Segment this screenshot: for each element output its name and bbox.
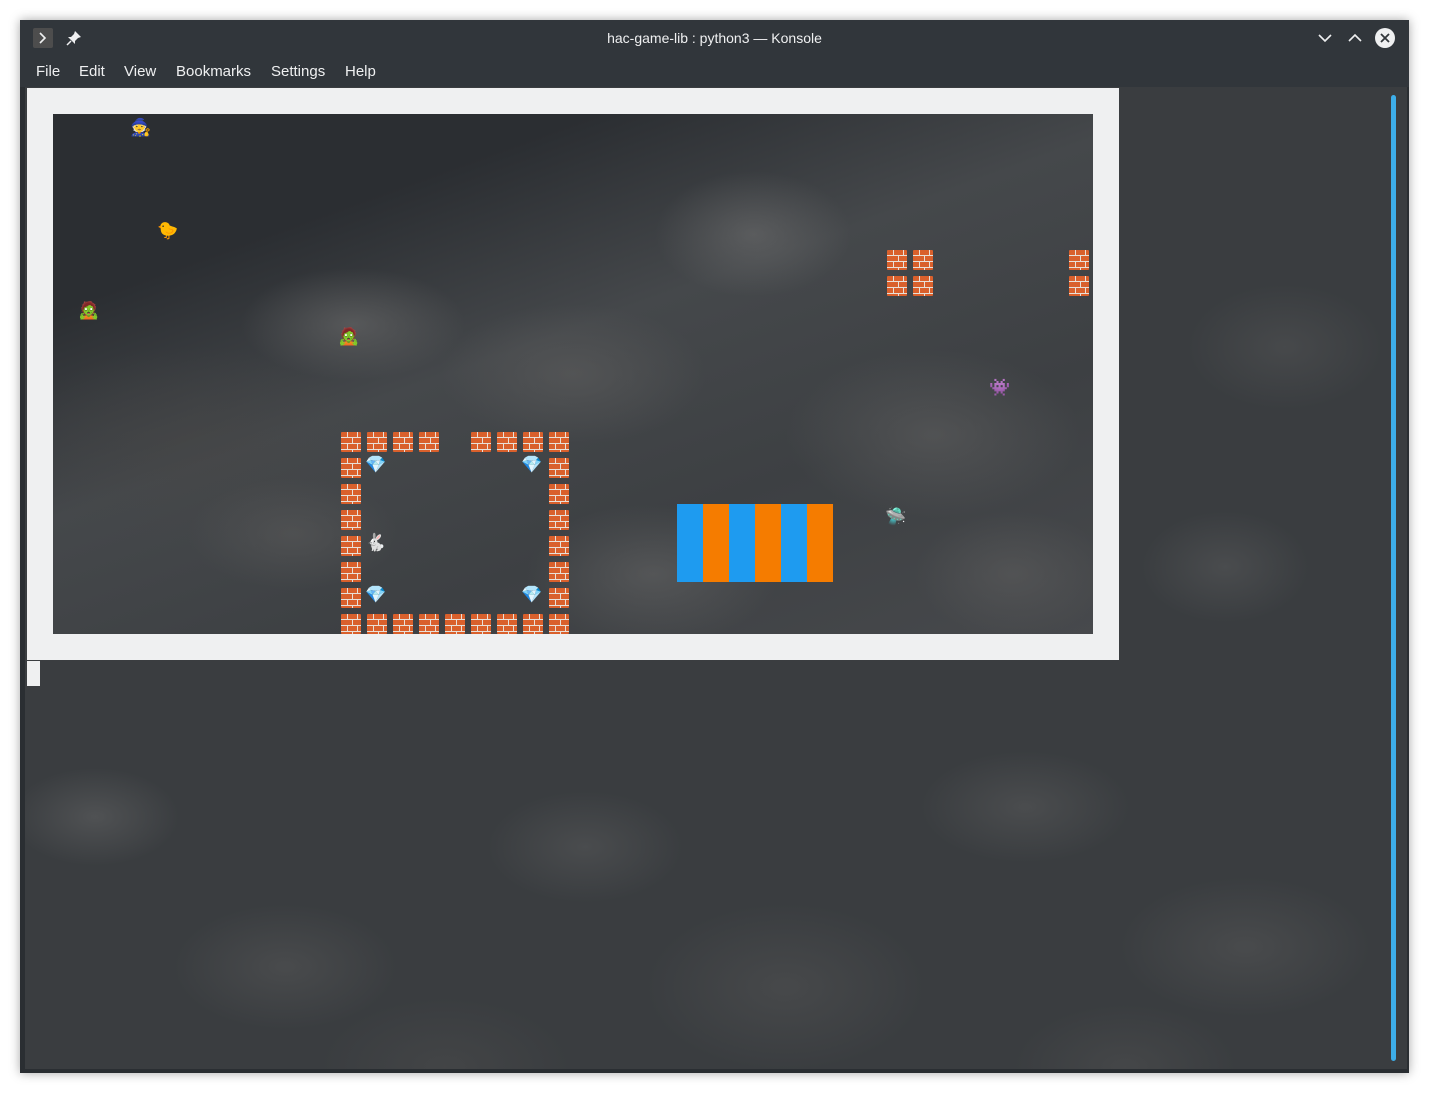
chevron-up-icon[interactable] [1343,26,1367,50]
brick-wall-block [913,276,933,296]
brick-wall-block [523,614,543,634]
brick-wall-block [497,432,517,452]
menu-file[interactable]: File [36,63,60,80]
brick-wall-block [549,510,569,530]
brick-wall-block [419,432,439,452]
game-canvas[interactable]: 🧙 🐤 🧟 🧟 👾 🛸 💎 💎 💎 💎 🐇 [53,114,1093,634]
gem-sprite: 💎 [521,455,543,475]
brick-wall-block [549,588,569,608]
brick-wall-block [341,458,361,478]
gem-sprite: 💎 [365,585,387,605]
ufo-sprite: 🛸 [885,507,907,527]
brick-wall-block [549,432,569,452]
brick-wall-block [497,614,517,634]
brick-wall-block [393,432,413,452]
door-stripe-orange [703,504,729,582]
game-window: 🧙 🐤 🧟 🧟 👾 🛸 💎 💎 💎 💎 🐇 [27,88,1119,660]
brick-wall-block [549,562,569,582]
brick-wall-block [471,614,491,634]
brick-wall-block [1069,250,1089,270]
door-stripe-blue [677,504,703,582]
brick-wall-block [1069,276,1089,296]
brick-wall-block [419,614,439,634]
brick-wall-block [445,614,465,634]
door-stripe-orange [807,504,833,582]
brick-wall-block [913,250,933,270]
witch-sprite: 🧙 [130,118,152,138]
brick-wall-block [341,614,361,634]
brick-wall-block [341,562,361,582]
gem-sprite: 💎 [521,585,543,605]
window-title: hac-game-lib : python3 — Konsole [607,30,822,46]
brick-wall-block [549,614,569,634]
brick-wall-block [393,614,413,634]
brick-wall-block [549,458,569,478]
alien-sprite: 👾 [989,378,1011,398]
menu-edit[interactable]: Edit [79,63,105,80]
menu-help[interactable]: Help [345,63,376,80]
brick-wall-block [341,588,361,608]
rabbit-sprite: 🐇 [365,533,387,553]
terminal-cursor [27,661,40,686]
brick-wall-block [887,276,907,296]
chevron-down-icon[interactable] [1313,26,1337,50]
brick-wall-block [341,432,361,452]
menu-bookmarks[interactable]: Bookmarks [176,63,251,80]
brick-wall-block [367,432,387,452]
menu-view[interactable]: View [124,63,156,80]
brick-wall-block [471,432,491,452]
brick-wall-block [523,432,543,452]
close-circle-icon[interactable] [1373,26,1397,50]
gem-sprite: 💎 [365,455,387,475]
scrollbar[interactable] [1391,95,1396,1061]
zombie-sprite: 🧟 [78,301,100,321]
door-stripe-blue [781,504,807,582]
brick-wall-block [549,484,569,504]
menu-settings[interactable]: Settings [271,63,325,80]
door-stripe-blue [729,504,755,582]
title-bar[interactable]: hac-game-lib : python3 — Konsole [20,20,1409,56]
konsole-window: hac-game-lib : python3 — Konsole File Ed… [20,20,1409,1073]
terminal-area[interactable]: 🧙 🐤 🧟 🧟 👾 🛸 💎 💎 💎 💎 🐇 [25,87,1407,1069]
brick-wall-block [887,250,907,270]
door-stripe-orange [755,504,781,582]
chick-sprite: 🐤 [157,221,179,241]
menu-bar: File Edit View Bookmarks Settings Help [20,56,1409,87]
zombie-sprite: 🧟 [338,327,360,347]
brick-wall-block [549,536,569,556]
brick-wall-block [341,536,361,556]
brick-wall-block [367,614,387,634]
brick-wall-block [341,484,361,504]
brick-wall-block [341,510,361,530]
